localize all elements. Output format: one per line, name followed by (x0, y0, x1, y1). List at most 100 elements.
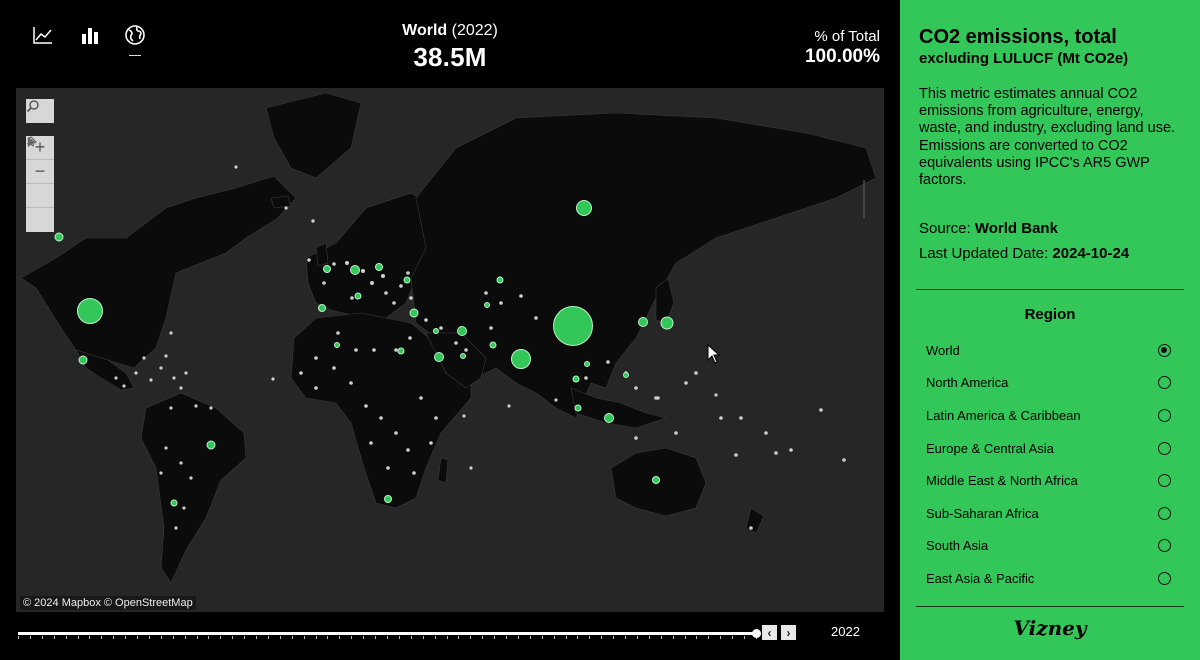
region-radio[interactable] (1158, 408, 1171, 422)
slider-tick (244, 636, 246, 639)
region-label: World (926, 342, 960, 358)
region-option-sub-saharan-africa[interactable]: Sub-Saharan Africa (926, 502, 1171, 524)
land-uk (315, 242, 329, 267)
bubble-uk (323, 265, 331, 273)
mouse-cursor-icon (707, 344, 721, 364)
prev-year-button[interactable]: ‹ (762, 625, 777, 640)
bubble-japan (660, 316, 674, 330)
map-attribution[interactable]: © 2024 Mapbox © OpenStreetMap (20, 596, 196, 610)
current-year-label: 2022 (831, 624, 860, 639)
slider-tick (387, 636, 388, 639)
slider-tick (648, 636, 650, 639)
slider-tick (422, 636, 424, 639)
bubble-china (553, 306, 593, 346)
region-label: Middle East & North Africa (926, 472, 1078, 488)
slider-handle[interactable] (751, 629, 761, 638)
region-option-latin-america[interactable]: Latin America & Caribbean (926, 404, 1171, 426)
region-radio[interactable] (1158, 375, 1171, 389)
bubble-vietnam (572, 375, 580, 383)
percent-value: 100.00% (804, 46, 880, 67)
next-year-button[interactable]: › (781, 625, 796, 640)
slider-tick (434, 636, 436, 639)
slider-tick (220, 636, 222, 639)
region-radio[interactable] (1158, 473, 1171, 487)
slider-tick (660, 636, 662, 639)
slider-tick (529, 636, 531, 639)
chevron-left-icon: ‹ (767, 625, 772, 640)
slider-tick (315, 636, 317, 639)
slider-tick (77, 636, 79, 639)
slider-tick (339, 636, 341, 639)
region-radio[interactable] (1158, 441, 1171, 455)
region-radio[interactable] (1158, 571, 1171, 585)
headline-year: (2022) (451, 22, 498, 39)
map-search-button[interactable] (26, 99, 54, 123)
slider-tick (172, 636, 174, 639)
slider-tick (137, 636, 139, 639)
headline-entity-line: World (2022) (300, 22, 600, 40)
headline-summary: World (2022) 38.5M (300, 22, 600, 73)
slider-tick (160, 636, 162, 639)
region-label: North America (926, 374, 1009, 390)
region-radio[interactable] (1158, 506, 1171, 520)
slider-tick (291, 636, 293, 639)
map-view-button[interactable] (122, 22, 148, 48)
chevron-right-icon: › (786, 625, 791, 640)
headline-total-value: 38.5M (413, 42, 487, 72)
slider-tick (720, 636, 722, 639)
region-option-europe-central-asia[interactable]: Europe & Central Asia (926, 437, 1171, 459)
region-label: Sub-Saharan Africa (926, 505, 1039, 521)
slider-tick (506, 636, 508, 639)
last-updated-line: Last Updated Date: 2024-10-24 (919, 245, 1129, 262)
divider-bottom (916, 606, 1184, 607)
land-maritime-se-asia (570, 387, 668, 429)
land-madagascar (437, 457, 449, 484)
world-map[interactable]: + − © 2024 Mapbox © OpenStreetMap (16, 88, 884, 612)
map-zoom-controls: + − (26, 136, 54, 232)
source-line: Source: World Bank (919, 220, 1058, 237)
slider-tick (732, 636, 734, 639)
slider-tick (601, 636, 603, 639)
bubble-ukraine (403, 276, 411, 284)
bubble-iran (457, 326, 467, 336)
pin-button[interactable] (26, 136, 54, 208)
minus-icon: − (34, 161, 46, 181)
slider-tick (375, 636, 377, 639)
updated-value: 2024-10-24 (1052, 245, 1130, 262)
slider-tick (398, 636, 400, 639)
region-option-north-america[interactable]: North America (926, 371, 1171, 393)
map-search-control (26, 99, 54, 123)
region-option-world[interactable]: World (926, 339, 1171, 361)
slider-tick (744, 636, 746, 639)
slider-tick (148, 636, 150, 639)
bubble-australia (652, 476, 660, 484)
map-canvas (20, 92, 877, 584)
slider-tick (184, 636, 186, 639)
bubble-poland (375, 263, 383, 271)
region-option-east-asia-pacific[interactable]: East Asia & Pacific (926, 567, 1171, 589)
line-chart-button[interactable] (30, 22, 56, 48)
region-option-mena[interactable]: Middle East & North Africa (926, 469, 1171, 491)
map-toolbar-expand-button[interactable] (26, 137, 54, 232)
land-greenland (265, 92, 362, 179)
source-value: World Bank (974, 220, 1058, 237)
bubble-south-africa (384, 495, 392, 503)
year-slider[interactable] (18, 626, 761, 640)
bubble-kazakhstan (496, 276, 504, 284)
bubble-philippines (623, 372, 629, 378)
region-label: Europe & Central Asia (926, 440, 1054, 456)
bubble-india (511, 349, 531, 369)
region-radio[interactable] (1158, 538, 1171, 552)
region-radio[interactable] (1158, 343, 1171, 357)
app-root: World (2022) 38.5M % of Total 100.00% + … (0, 0, 1200, 660)
slider-tick (494, 636, 496, 639)
bar-chart-button[interactable] (77, 22, 103, 48)
bubble-germany (350, 265, 360, 275)
headline-entity: World (402, 22, 448, 39)
land-new-zealand (745, 507, 765, 534)
slider-tick (125, 636, 127, 639)
region-option-south-asia[interactable]: South Asia (926, 534, 1171, 556)
zoom-out-button[interactable]: − (26, 160, 54, 184)
bubble-uzbekistan (484, 302, 490, 308)
bubble-saudi-arabia (434, 352, 444, 362)
